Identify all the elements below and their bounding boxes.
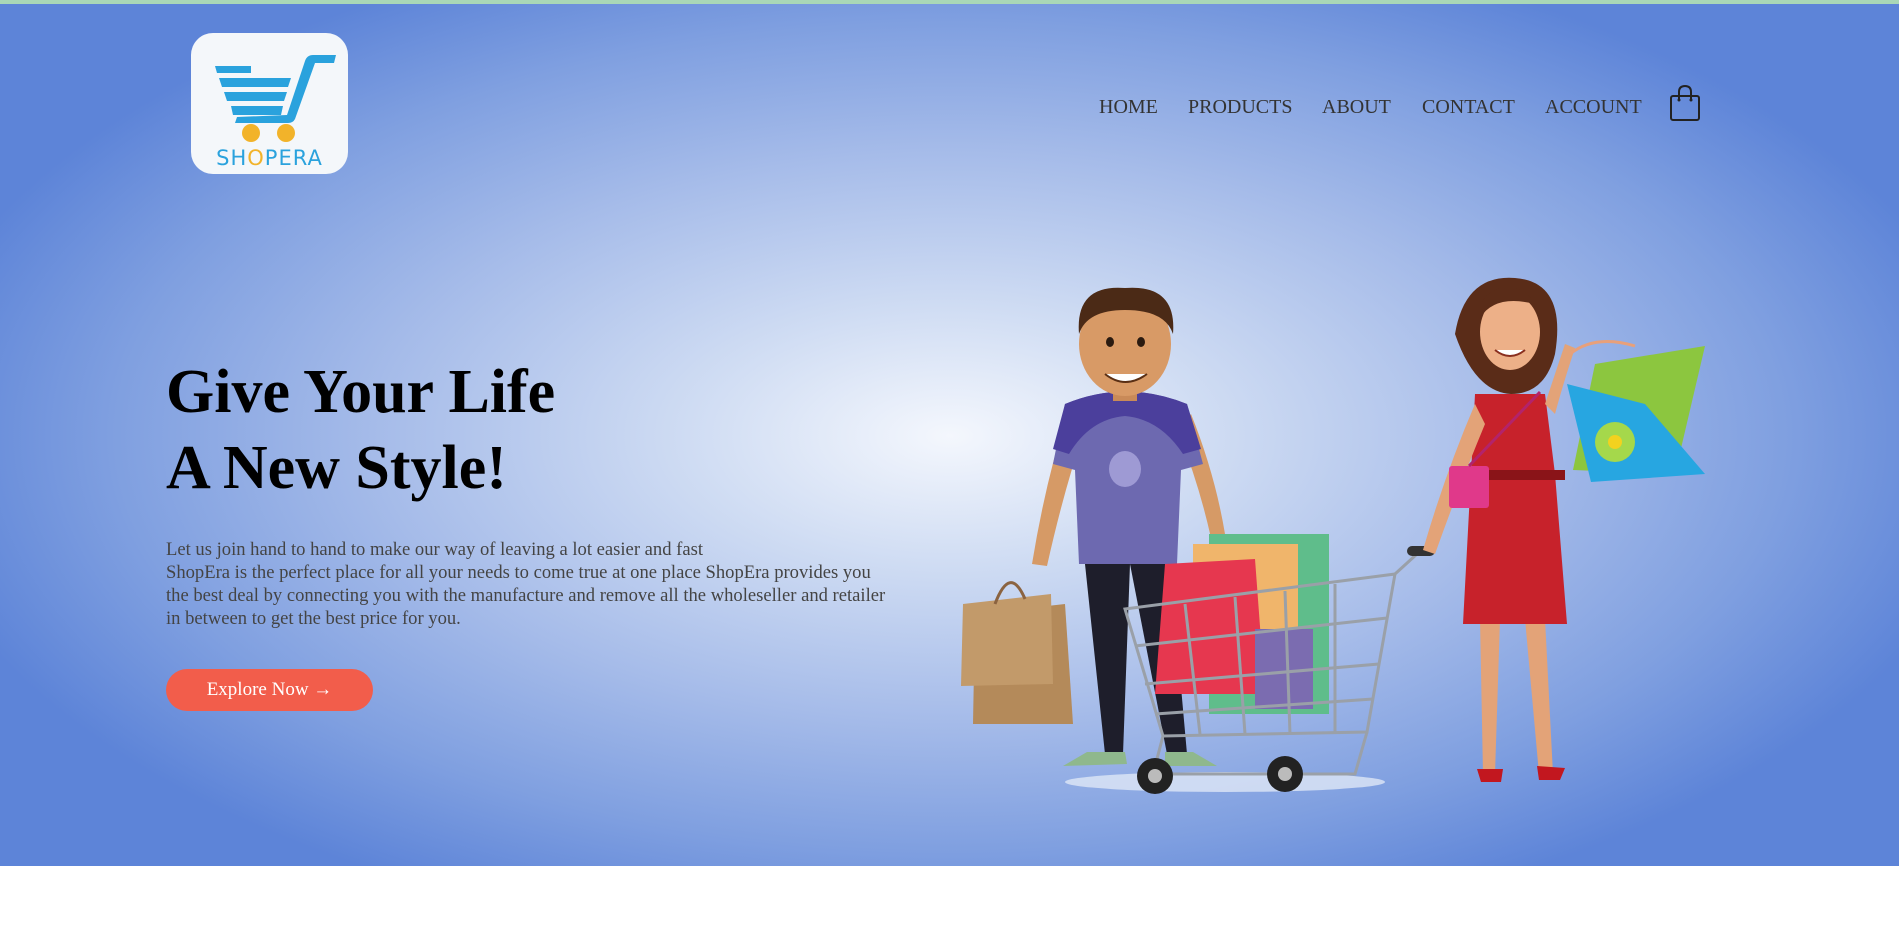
shoppers-illustration xyxy=(961,277,1705,794)
explore-now-button[interactable]: Explore Now → xyxy=(166,669,373,711)
nav-about[interactable]: ABOUT xyxy=(1322,94,1391,120)
desc-line-2: ShopEra is the perfect place for all you… xyxy=(166,562,871,583)
logo-wordmark: SHOPERA xyxy=(216,146,323,170)
hero-section: SHOPERA HOME PRODUCTS ABOUT CONTACT ACCO… xyxy=(0,4,1899,866)
shopping-bag-icon[interactable] xyxy=(1669,84,1701,122)
desc-line-4: in between to get the best price for you… xyxy=(166,608,461,629)
desc-line-3: the best deal by connecting you with the… xyxy=(166,585,886,606)
hero-headline: Give Your Life A New Style! xyxy=(166,354,555,506)
nav-account[interactable]: ACCOUNT xyxy=(1545,94,1642,120)
nav-products[interactable]: PRODUCTS xyxy=(1188,94,1292,120)
headline-line-1: Give Your Life xyxy=(166,358,556,426)
shopera-logo[interactable]: SHOPERA xyxy=(191,33,348,174)
headline-line-2: A New Style! xyxy=(166,434,507,502)
nav-home[interactable]: HOME xyxy=(1099,94,1158,120)
nav-contact[interactable]: CONTACT xyxy=(1422,94,1515,120)
desc-line-1: Let us join hand to hand to make our way… xyxy=(166,539,703,560)
hero-description: Let us join hand to hand to make our way… xyxy=(166,538,956,630)
